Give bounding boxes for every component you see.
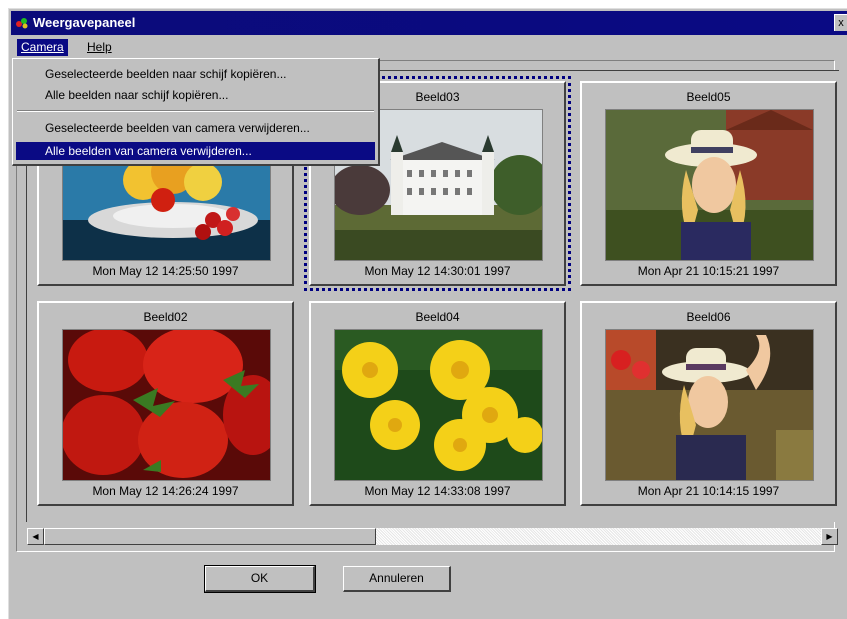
thumbnail-image-woman-hat	[605, 109, 814, 261]
scroll-thumb[interactable]	[44, 528, 376, 545]
scroll-right-arrow-icon[interactable]: ▶	[821, 528, 838, 545]
close-button[interactable]: x	[834, 14, 847, 31]
tile-name: Beeld04	[415, 310, 460, 324]
tile-name: Beeld06	[686, 310, 731, 324]
tile-date: Mon Apr 21 10:15:21 1997	[637, 264, 780, 278]
menu-item-delete-selected[interactable]: Geselecteerde beelden van camera verwijd…	[16, 119, 375, 137]
scroll-left-arrow-icon[interactable]: ◀	[27, 528, 44, 545]
thumbnail-image-woman-hat-2	[605, 329, 814, 481]
menu-item-copy-all[interactable]: Alle beelden naar schijf kopiëren...	[16, 86, 375, 104]
menu-separator	[17, 110, 374, 112]
tile-date: Mon May 12 14:30:01 1997	[364, 264, 511, 278]
menu-help-label: Help	[87, 40, 112, 54]
thumbnail-tile[interactable]: Beeld05 Mon Apr 21 10:15:21 1997	[580, 81, 837, 286]
tile-date: Mon May 12 14:26:24 1997	[92, 484, 239, 498]
thumbnail-image-flowers	[334, 329, 543, 481]
tile-date: Mon Apr 21 10:14:15 1997	[637, 484, 780, 498]
thumbnail-tile[interactable]: Beeld06 Mon Apr 21 10:14:15 1997	[580, 301, 837, 506]
window-title: Weergavepaneel	[33, 15, 136, 30]
thumbnail-image-strawberries	[62, 329, 271, 481]
menu-help[interactable]: Help	[83, 39, 116, 56]
tile-name: Beeld05	[686, 90, 731, 104]
ok-button[interactable]: OK	[204, 565, 316, 593]
menu-camera-label: Camera	[21, 40, 64, 54]
menu-camera[interactable]: Camera	[17, 39, 68, 56]
horizontal-scrollbar[interactable]: ◀ ▶	[27, 528, 838, 545]
thumbnail-tile[interactable]: Beeld02 Mon May 12 14:26:24 1997	[37, 301, 294, 506]
thumbnail-tile[interactable]: Beeld04 Mon May 12 14:33:08 1997	[309, 301, 566, 506]
menu-item-copy-selected[interactable]: Geselecteerde beelden naar schijf kopiër…	[16, 65, 375, 83]
title-bar[interactable]: Weergavepaneel x	[11, 11, 847, 35]
tile-date: Mon May 12 14:33:08 1997	[364, 484, 511, 498]
camera-menu-dropdown: Geselecteerde beelden naar schijf kopiër…	[12, 58, 380, 166]
app-icon	[16, 18, 28, 29]
tile-name: Beeld02	[143, 310, 188, 324]
menu-bar: Camera Help	[11, 36, 847, 58]
tile-date: Mon May 12 14:25:50 1997	[92, 264, 239, 278]
cancel-button[interactable]: Annuleren	[343, 566, 451, 592]
menu-item-delete-all[interactable]: Alle beelden van camera verwijderen...	[16, 142, 375, 160]
